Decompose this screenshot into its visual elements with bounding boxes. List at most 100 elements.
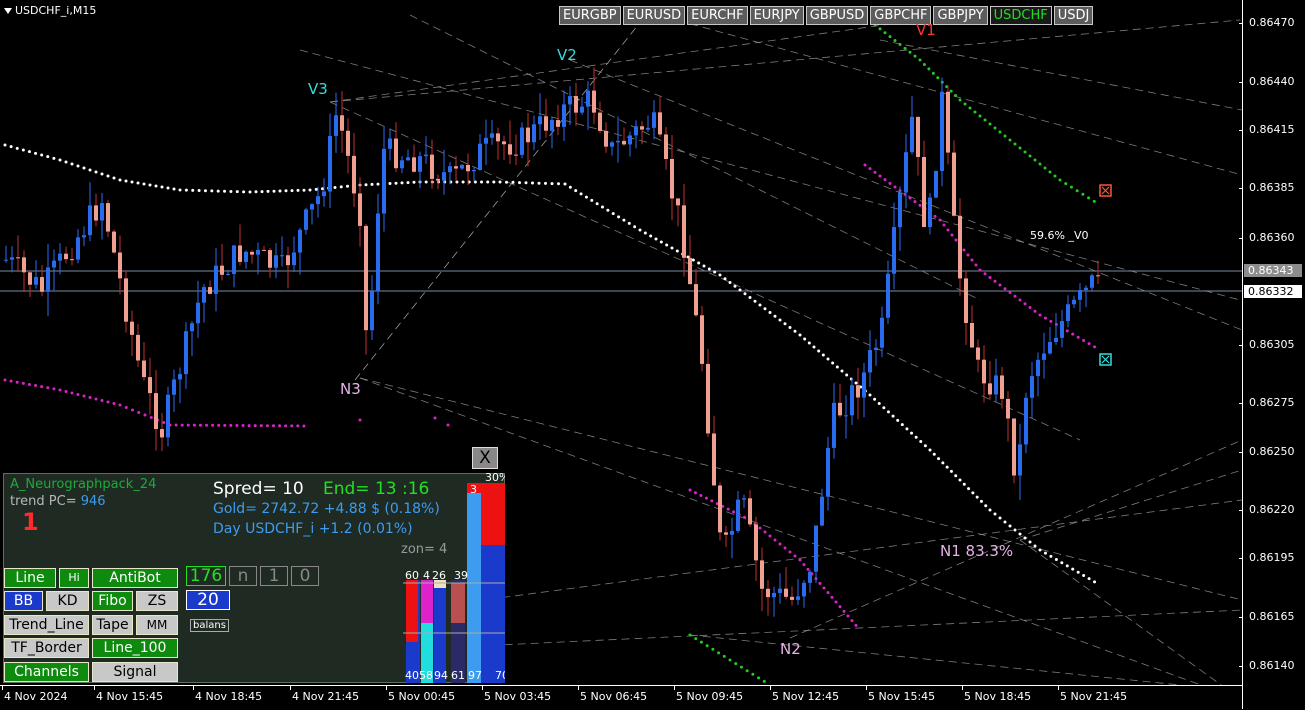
green-ma-dot [745,669,749,673]
magenta-ma-dot [1076,335,1080,339]
candle-body [718,485,722,533]
price-tick [1239,345,1243,346]
white-ma-dot [601,205,604,209]
white-ma-dot [873,397,877,401]
magenta-ma-dot [290,424,294,428]
pair-button-gbpjpy[interactable]: GBPJPY [933,6,988,25]
green-ma-dot [762,679,766,683]
candle-body [166,394,170,438]
white-ma-dot [9,145,13,149]
magenta-ma-dot [822,586,826,590]
candle-body [208,287,212,294]
dropdown-triangle-icon[interactable] [4,7,12,14]
candle-body [472,170,476,172]
pair-button-eurgbp[interactable]: EURGBP [559,6,621,25]
candle [976,339,980,373]
pair-button-eurjpy[interactable]: EURJPY [749,6,804,25]
candle-body [676,198,680,206]
white-ma-dot [659,240,663,244]
candle [574,82,578,126]
white-ma-dot [339,185,343,189]
pair-button-gbpusd[interactable]: GBPUSD [805,6,869,25]
magenta-ma-dot [978,268,982,272]
pair-button-eurchf[interactable]: EURCHF [687,6,748,25]
fib-label: 59.6% _V0 [1030,229,1089,242]
magenta-ma-dot [143,413,147,417]
white-ma-dot [203,189,207,193]
time-label: 5 Nov 15:45 [868,690,936,703]
candle-body [958,215,962,279]
pair-button-usdj[interactable]: USDJ [1053,6,1094,25]
time-axis[interactable]: 4 Nov 2024 4 Nov 15:45 4 Nov 18:45 4 Nov 21… [0,685,1242,710]
magenta-ma-dot [846,614,850,618]
white-ma-dot [812,345,816,349]
candle [130,310,134,356]
candle [286,246,290,289]
pair-button-eurusd[interactable]: EURUSD [622,6,686,25]
candle-body [454,166,458,169]
candle [1024,392,1028,454]
magenta-ma-dot [732,510,736,514]
white-ma-dot [627,221,631,225]
candle [1090,273,1094,292]
white-ma-dot [606,208,610,212]
white-ma-dot [1087,577,1091,581]
white-ma-dot [988,508,992,512]
candle [604,122,608,153]
gauge-column-blue-lower [481,545,505,683]
white-ma-dot [266,189,270,193]
candle-body [34,277,38,285]
white-ma-dot [914,435,918,439]
candle [514,134,518,166]
price-tick [1239,617,1243,618]
candle [952,140,956,217]
candle-body [640,126,644,130]
close-panel-button[interactable]: X [472,447,498,469]
white-ma-dot [738,288,742,292]
candle [16,235,20,273]
magenta-ma-dot [966,253,970,257]
gauge-label: 94 [434,669,448,682]
pair-button-usdchf[interactable]: USDCHF [989,6,1052,25]
time-label: 5 Nov 09:45 [676,690,744,703]
candle-body [46,267,50,292]
candle [1066,295,1070,328]
wave-label-n2: N2 [780,640,801,658]
candle-body [874,347,878,351]
green-ma-dot [1069,185,1073,189]
candle-body [658,112,662,135]
magenta-ma-dot [693,491,697,495]
white-ma-dot [868,393,872,397]
candle-body [526,127,530,143]
candle [712,415,716,486]
magenta-ma-dot [40,385,44,389]
candle [598,101,602,134]
white-ma-dot [142,182,146,186]
white-ma-dot [905,427,909,431]
candle-body [544,116,548,131]
candle-body [1066,304,1070,322]
price-tick [1239,238,1243,239]
candle-body [418,156,422,172]
white-ma-dot [967,487,971,491]
candle-body [1054,337,1058,342]
price-axis[interactable]: 0.86343 0.86332 0.86470 0.86440 0.86415 0.8… [1239,0,1305,709]
candle-body [268,250,272,268]
green-ma-dot [993,126,997,130]
time-tick [290,686,291,690]
price-label: 0.86220 [1249,503,1295,516]
candle-body [370,291,374,331]
white-ma-dot [52,156,56,160]
candle [1030,362,1034,419]
price-marker-upper: 0.86343 [1244,264,1302,277]
magenta-ma-dot [826,591,830,595]
magenta-ma-dot [64,390,68,393]
white-ma-dot [15,146,19,150]
candle-body [682,205,686,258]
trend-line [689,634,1181,685]
candle-body [742,498,746,500]
candle-body [118,252,122,279]
white-ma-dot [840,369,844,373]
candle-body [556,120,560,127]
magenta-ma-dot [1033,309,1037,313]
